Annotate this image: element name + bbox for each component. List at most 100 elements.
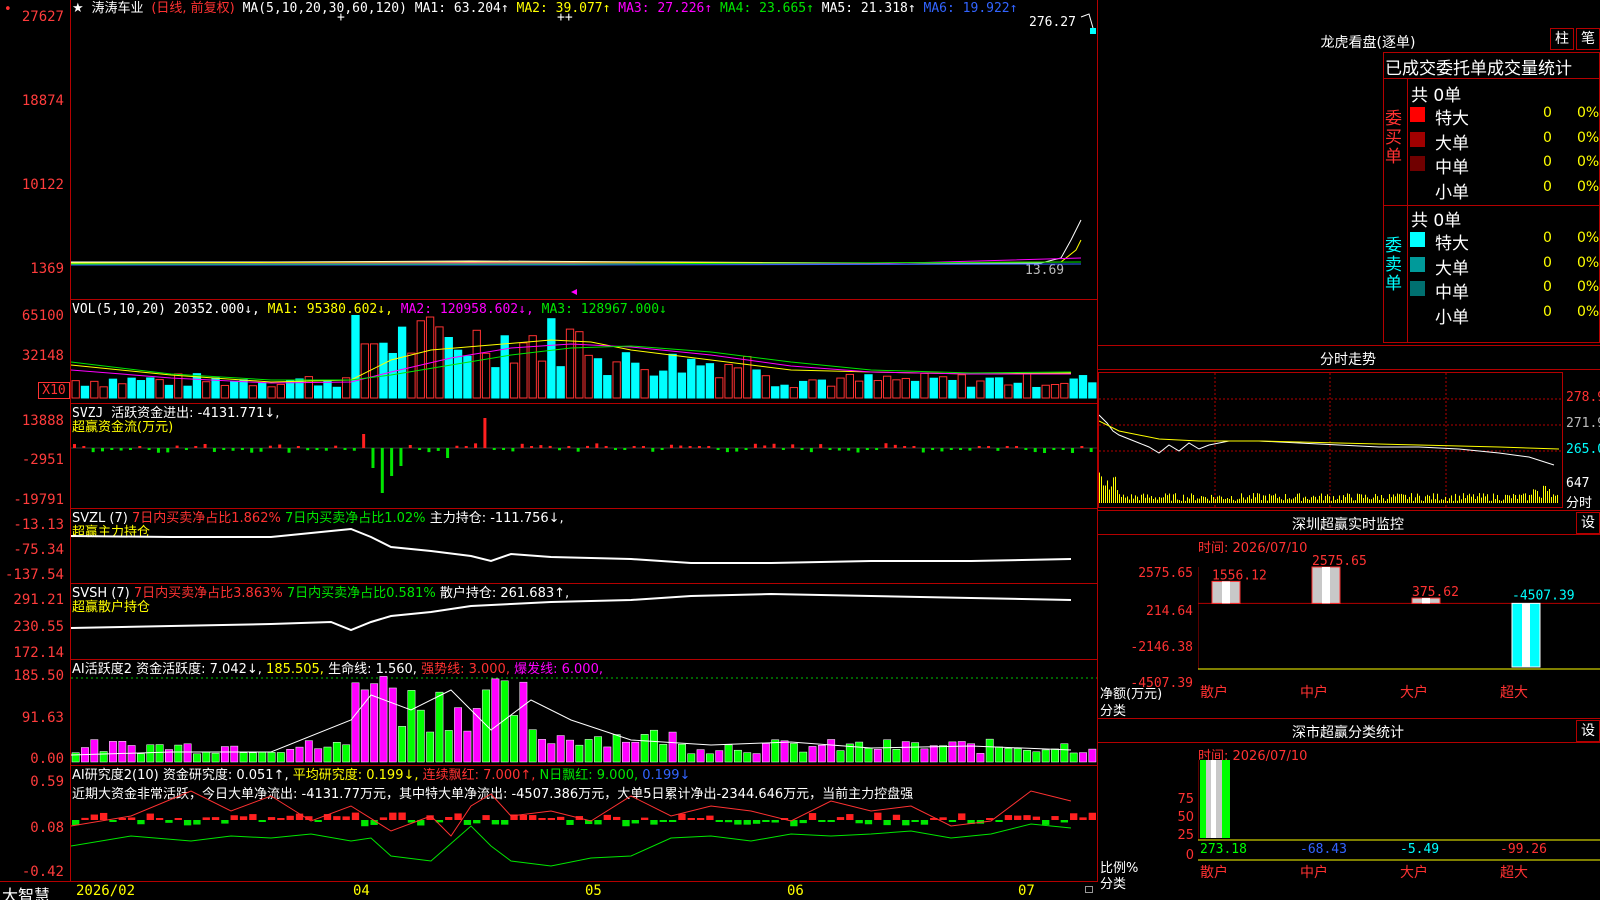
intraday-vol-bar: [1313, 495, 1314, 503]
intraday-vol-bar: [1145, 497, 1146, 503]
lock-icon[interactable]: [1085, 886, 1093, 893]
svzj-bar: [483, 418, 487, 448]
svzj-bar: [847, 448, 851, 451]
volume-bar: [948, 379, 957, 399]
svzj-bar: [865, 448, 869, 450]
pen-view-button[interactable]: 笔: [1576, 28, 1600, 50]
svzj-bar: [502, 448, 506, 450]
ai-active-bar: [239, 752, 248, 763]
intraday-vol-bar: [1397, 493, 1398, 503]
research-bar: [920, 820, 929, 825]
intraday-vol-bar: [1403, 494, 1404, 503]
research-bar: [948, 820, 957, 822]
svzj-bar: [287, 448, 291, 453]
research-bar: [724, 820, 733, 823]
ai-active-bar: [547, 743, 556, 763]
intraday-vol-bar: [1139, 500, 1140, 503]
ai-active-bar: [510, 715, 518, 763]
class-title: 深市超赢分类统计: [1292, 725, 1404, 741]
ai-active-bar: [183, 743, 192, 763]
volume-bar: [108, 378, 118, 399]
ai-active-bar: [538, 739, 546, 763]
svzj-bar: [791, 444, 795, 448]
volume-bar: [230, 380, 239, 399]
svsh-svg: [71, 592, 1072, 632]
ai-active-bar: [323, 746, 332, 763]
intraday-vol-bar: [1473, 494, 1474, 503]
volume-bar: [659, 370, 668, 399]
intraday-vol-bar: [1505, 494, 1506, 503]
research-bar: [389, 812, 397, 820]
research-bar: [267, 817, 276, 820]
volume-bar: [127, 377, 136, 399]
vol-unit-badge[interactable]: X10: [38, 382, 70, 399]
svzj-bar: [576, 448, 580, 452]
research-bar: [295, 813, 304, 820]
svzl-svg: [71, 527, 1072, 564]
intraday-vol-bar: [1205, 497, 1206, 503]
svzj-bar: [362, 434, 366, 448]
intraday-vol-bar: [1439, 500, 1440, 503]
intraday-vol-bar: [1239, 498, 1240, 503]
svzj-bar: [800, 448, 804, 450]
bar-view-button[interactable]: 柱: [1550, 28, 1574, 50]
volume-bar: [892, 379, 901, 399]
intraday-vol-bar: [1211, 494, 1212, 503]
intraday-vol-bar: [1247, 497, 1248, 503]
research-bar: [230, 815, 238, 820]
volume-bar: [640, 369, 649, 399]
intraday-vol-bar: [1253, 493, 1254, 503]
svzj-bar: [651, 448, 655, 452]
intraday-vol-bar: [1515, 495, 1516, 503]
svzj-bar: [539, 445, 543, 448]
monitor-y-tick: -2146.38: [1130, 640, 1193, 655]
svzj-bar: [987, 446, 991, 448]
volume-bar: [397, 326, 407, 399]
sell-side-label: 委卖单: [1385, 236, 1402, 294]
svzj-bar: [996, 448, 1000, 451]
ai-active-bar: [416, 709, 425, 763]
intraday-vol-bar: [1447, 500, 1448, 503]
intraday-vol-bar: [1331, 500, 1332, 503]
intraday-vol-bar: [1445, 496, 1446, 503]
volume-bar: [528, 335, 537, 399]
class-settings-button[interactable]: 设: [1576, 720, 1600, 742]
svzj-y-tick: 13888: [21, 413, 64, 429]
svzj-bar: [222, 448, 226, 450]
svzj-bar: [268, 445, 272, 448]
intraday-vol-bar: [1557, 494, 1558, 503]
ai-active-bar: [995, 746, 1003, 763]
intraday-vol-bar: [1339, 495, 1340, 503]
intraday-vol-bar: [1297, 493, 1298, 503]
svzj-bar: [968, 448, 972, 451]
class-y-tick: 50: [1177, 810, 1194, 825]
volume-bar: [845, 373, 854, 399]
volume-bar: [547, 318, 556, 399]
swatch-icon: [1410, 232, 1425, 247]
intraday-vol-bar: [1133, 498, 1134, 503]
class-bar-label: -5.49: [1400, 842, 1439, 857]
volume-bar: [435, 326, 444, 399]
research-bar: [762, 820, 770, 822]
volume-bar: [537, 360, 547, 399]
svzj-bar: [763, 445, 767, 448]
intraday-vol-bar: [1517, 498, 1518, 503]
intraday-vol-bar: [1491, 500, 1492, 503]
svzj-bar: [82, 446, 86, 448]
intraday-vol-bar: [1523, 493, 1524, 503]
intraday-vol-bar: [1541, 497, 1542, 503]
intraday-vol-bar: [1121, 496, 1122, 503]
svzj-bar: [940, 448, 944, 452]
intraday-vol-bar: [1527, 500, 1528, 503]
ai-active-bar: [799, 751, 808, 763]
monitor-settings-button[interactable]: 设: [1576, 512, 1600, 534]
swatch-icon: [1410, 131, 1425, 147]
ai-active-bar: [407, 690, 416, 763]
intraday-vol-bar: [1415, 497, 1416, 503]
intraday-vol-bar: [1209, 500, 1210, 503]
volume-bar: [836, 377, 845, 399]
class-bar-label: -68.43: [1300, 842, 1347, 857]
ai-active-bar: [286, 749, 295, 763]
intraday-vol-bar: [1423, 500, 1424, 503]
intraday-vol-bar: [1167, 495, 1168, 503]
